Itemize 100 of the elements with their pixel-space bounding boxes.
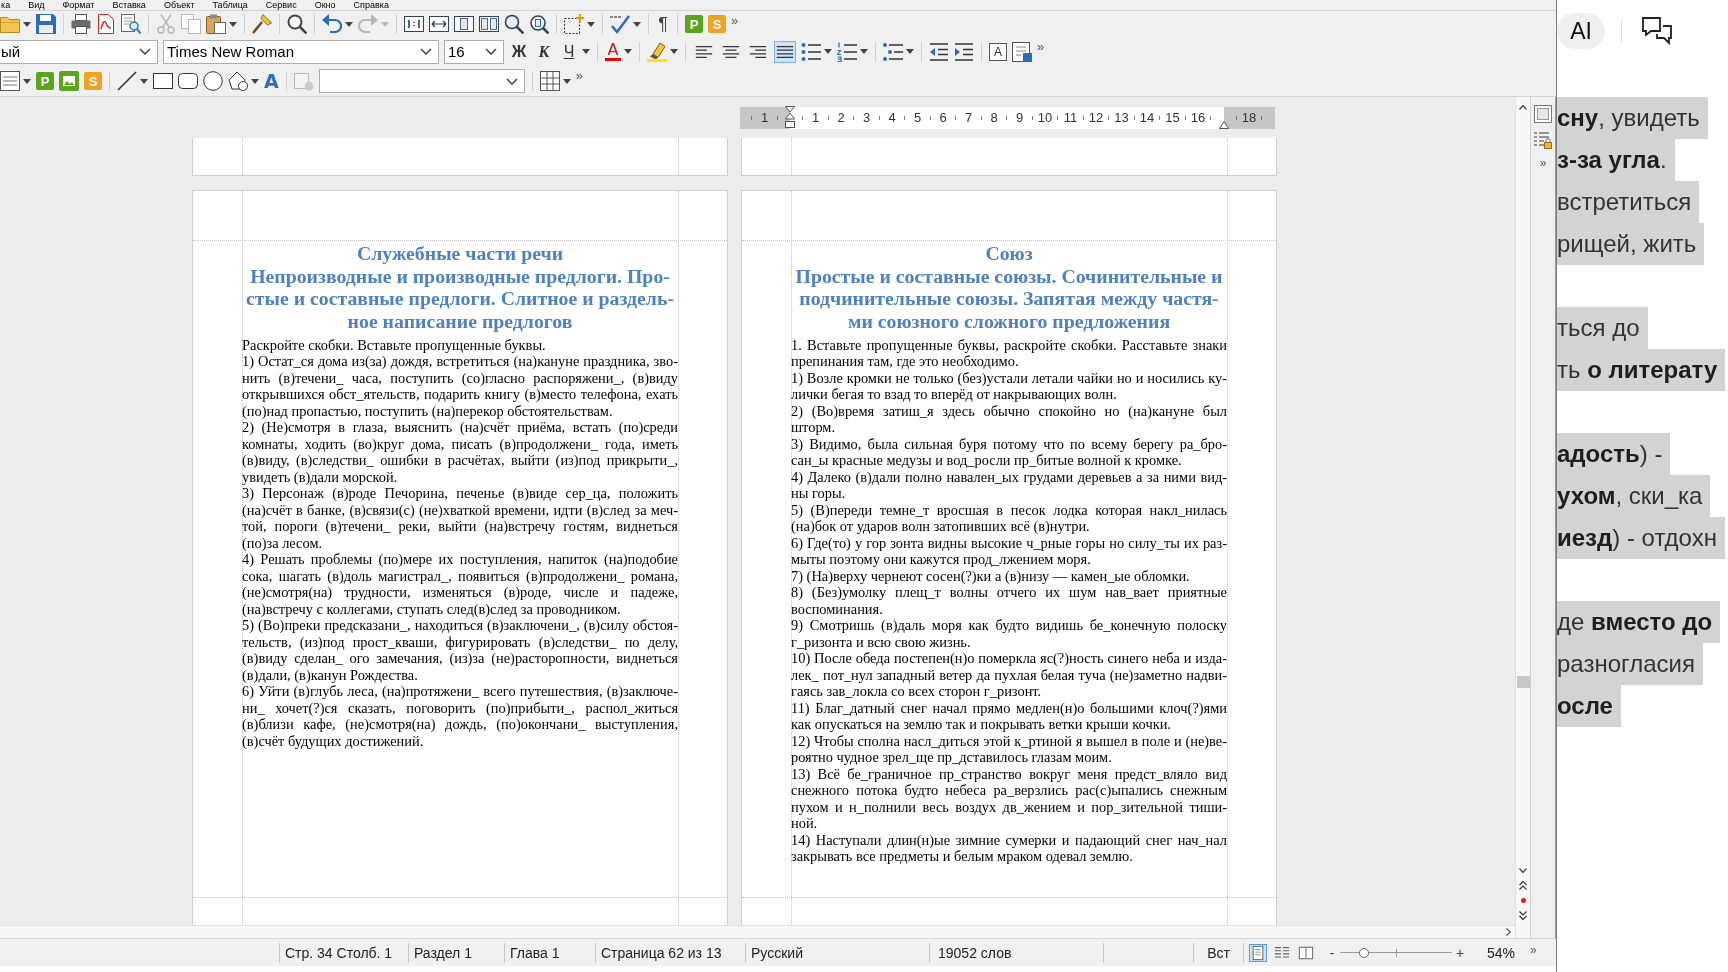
- dropdown-caret-icon[interactable]: [562, 78, 571, 84]
- printer-icon[interactable]: [71, 14, 91, 34]
- dropdown-caret-icon[interactable]: [906, 49, 914, 54]
- page-with-square-icon[interactable]: [1012, 41, 1032, 62]
- undo-icon[interactable]: [322, 14, 342, 34]
- menu-item[interactable]: Справка: [344, 0, 398, 10]
- bold-button[interactable]: Ж: [509, 41, 529, 62]
- word-count-label[interactable]: 19052 слов: [938, 944, 1012, 961]
- clipboard-icon[interactable]: [206, 14, 226, 34]
- search-icon[interactable]: [287, 14, 307, 34]
- dropdown-caret-icon[interactable]: [582, 49, 590, 54]
- chat-bubbles-icon[interactable]: [1642, 17, 1672, 45]
- italic-button[interactable]: К: [534, 41, 554, 62]
- menu-item[interactable]: ка: [0, 0, 20, 10]
- dropdown-caret-icon[interactable]: [670, 49, 678, 54]
- magnifier-icon[interactable]: [504, 14, 524, 34]
- combo-box-field[interactable]: [318, 69, 525, 93]
- rounded-rectangle-icon[interactable]: [178, 71, 198, 91]
- two-pages-icon[interactable]: [479, 14, 499, 34]
- single-page-icon[interactable]: [454, 14, 474, 34]
- page-position-label[interactable]: Стр. 34 Столб. 1: [285, 944, 393, 961]
- font-size-field[interactable]: 16: [444, 39, 504, 64]
- dropdown-caret-icon[interactable]: [624, 49, 632, 54]
- pdf-document-icon[interactable]: [96, 14, 116, 34]
- zoom-in-button[interactable]: +: [1456, 944, 1464, 961]
- vertical-scrollbar[interactable]: [1515, 97, 1530, 938]
- double-caret-up-icon[interactable]: [1519, 881, 1527, 890]
- highlighter-icon[interactable]: [647, 41, 667, 62]
- sidebar-overflow-button[interactable]: »: [1539, 157, 1547, 169]
- bulleted-list-icon[interactable]: [801, 41, 821, 62]
- toolbar-overflow-button[interactable]: »: [1037, 39, 1045, 54]
- page-magnifier-icon[interactable]: [121, 14, 141, 34]
- diagonal-line-icon[interactable]: [117, 71, 137, 91]
- rectangle-icon[interactable]: [153, 71, 173, 91]
- table-icon[interactable]: [539, 71, 560, 91]
- dropdown-caret-icon[interactable]: [23, 78, 31, 84]
- lined-box-icon[interactable]: [0, 71, 20, 91]
- menu-item[interactable]: Окно: [305, 0, 345, 10]
- page-icon[interactable]: [1249, 943, 1267, 962]
- toolbar-overflow-button[interactable]: »: [731, 13, 739, 28]
- toolbar-overflow-button[interactable]: »: [575, 68, 583, 83]
- save-icon[interactable]: [36, 14, 56, 34]
- scrollbar-thumb[interactable]: [1516, 676, 1530, 688]
- dropdown-caret-icon[interactable]: [251, 78, 259, 84]
- insert-mode-label[interactable]: Вст: [1207, 944, 1230, 961]
- horizontal-scrollbar[interactable]: [0, 925, 1515, 938]
- increase-indent-icon[interactable]: [954, 41, 974, 62]
- right-indent-marker-icon[interactable]: [1219, 121, 1229, 129]
- dropdown-caret-icon[interactable]: [587, 21, 595, 27]
- list-lock-icon[interactable]: [1534, 131, 1552, 149]
- dropdown-chevron-icon[interactable]: [420, 48, 432, 55]
- menu-item[interactable]: Таблица: [203, 0, 257, 10]
- dropdown-caret-icon[interactable]: [633, 21, 641, 27]
- picture-tile-icon[interactable]: [59, 71, 79, 91]
- one-to-one-icon[interactable]: [404, 14, 424, 34]
- dropdown-chevron-icon[interactable]: [505, 77, 518, 85]
- menu-item[interactable]: Объект: [154, 0, 204, 10]
- dropdown-caret-icon[interactable]: [229, 21, 237, 27]
- decrease-indent-icon[interactable]: [929, 41, 949, 62]
- paintbrush-icon[interactable]: [252, 14, 272, 34]
- ai-button[interactable]: AI: [1557, 13, 1605, 49]
- font-color-button[interactable]: A: [605, 42, 621, 61]
- checkmark-icon[interactable]: [610, 14, 630, 34]
- zoom-out-button[interactable]: -: [1328, 944, 1336, 961]
- menu-item[interactable]: Вид: [19, 0, 54, 10]
- language-label[interactable]: Русский: [751, 944, 803, 961]
- dot-icon[interactable]: [1520, 898, 1526, 903]
- dropdown-chevron-icon[interactable]: [139, 48, 151, 55]
- font-name-field[interactable]: Times New Roman: [163, 39, 439, 64]
- paragraph-text: 2) (Не)смотря в глаза, выяснить (на)счёт приёма, встать (по)среди комнаты, ходить (во)круг дома, писать (в)продолжени_ года, иметь (в)виду, (в)следстви_ ошибки в расчётах, выйти (из)под прикрыти_, увидеть (в)дали морской.: [242, 419, 678, 486]
- menu-item[interactable]: Формат: [53, 0, 104, 10]
- circle-icon[interactable]: [203, 71, 223, 91]
- formatting-marks-button[interactable]: ¶: [656, 13, 670, 35]
- outline-list-icon[interactable]: [883, 41, 903, 62]
- text-box-button[interactable]: A: [989, 42, 1007, 61]
- double-caret-down-icon[interactable]: [1519, 911, 1527, 920]
- page-count-label[interactable]: Страница 62 из 13: [601, 944, 722, 961]
- dropdown-caret-icon[interactable]: [345, 21, 353, 27]
- zoom-slider-thumb[interactable]: [1359, 947, 1370, 958]
- numbered-list-icon[interactable]: [837, 41, 857, 62]
- dropdown-chevron-icon[interactable]: [485, 48, 497, 55]
- dropdown-caret-icon[interactable]: [860, 49, 868, 54]
- left-indent-marker-icon[interactable]: [785, 106, 795, 128]
- square-frame-icon[interactable]: [1534, 105, 1552, 123]
- dropdown-caret-icon[interactable]: [23, 21, 31, 27]
- status-overflow-button[interactable]: »: [1530, 942, 1537, 957]
- ruler[interactable]: 1 1 2 3 4 5 6 7 8 9 10 11 12 13 14 15 16 18: [740, 107, 1275, 129]
- underline-button[interactable]: Ч: [559, 41, 579, 62]
- zoom-percent-label[interactable]: 54%: [1487, 944, 1516, 961]
- magnifier-page-icon[interactable]: [529, 14, 549, 34]
- justify-icon[interactable]: [774, 40, 796, 63]
- dropdown-caret-icon[interactable]: [140, 78, 148, 84]
- dropdown-caret-icon[interactable]: [824, 49, 832, 54]
- menu-item[interactable]: Сервис: [256, 0, 306, 10]
- paragraph-style-field[interactable]: ый: [0, 39, 158, 64]
- dashed-square-plus-icon[interactable]: [564, 14, 584, 34]
- horizontal-arrows-icon[interactable]: [429, 14, 449, 34]
- paragraph-text: 1. Вставьте пропущенные буквы, раскройте скобки. Расставьте знаки препинания там, где это необходимо.: [791, 336, 1227, 370]
- menu-item[interactable]: Вставка: [103, 0, 155, 10]
- fontwork-button[interactable]: A: [264, 71, 279, 91]
